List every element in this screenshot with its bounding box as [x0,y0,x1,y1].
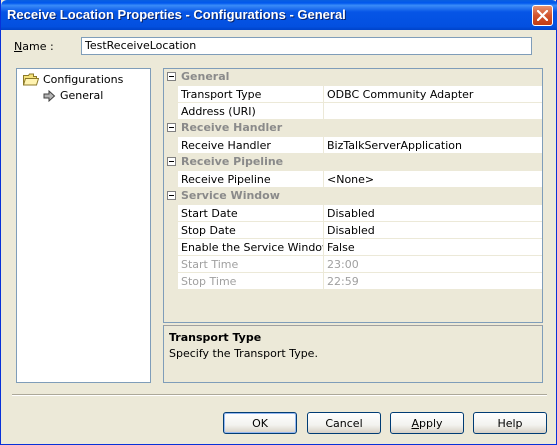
property-value[interactable]: ODBC Community Adapter [324,86,542,103]
property-value[interactable] [324,103,542,120]
property-value: 23:00 [324,256,542,273]
arrow-right-icon [43,89,56,102]
collapse-icon[interactable] [167,123,176,132]
property-row[interactable]: Receive Handler BizTalkServerApplication [164,137,542,154]
row-margin [164,256,178,273]
property-name: Receive Handler [178,137,324,154]
category-row[interactable]: Service Window [164,188,542,205]
window-title: Receive Location Properties - Configurat… [7,7,346,22]
collapse-icon[interactable] [167,72,176,81]
name-input[interactable]: TestReceiveLocation [81,37,532,55]
category-row[interactable]: General [164,69,542,86]
category-row[interactable]: Receive Pipeline [164,154,542,171]
name-label: Name : [14,40,54,53]
dialog-window: Receive Location Properties - Configurat… [0,0,557,445]
cancel-button[interactable]: Cancel [307,412,381,434]
tree-item-label: Configurations [43,73,124,86]
property-row[interactable]: Address (URI) [164,103,542,120]
property-row[interactable]: Stop Date Disabled [164,222,542,239]
property-row[interactable]: Stop Time 22:59 [164,273,542,290]
category-label: General [181,70,230,83]
description-text: Specify the Transport Type. [169,347,318,360]
property-name: Transport Type [178,86,324,103]
tree-item-general[interactable]: General [43,89,103,102]
help-button[interactable]: Help [473,412,547,434]
property-name: Start Time [178,256,324,273]
apply-button[interactable]: Apply [390,412,464,434]
close-button[interactable] [532,5,553,26]
separator [12,394,547,396]
category-label: Service Window [181,189,280,202]
close-icon [537,10,548,21]
ok-button[interactable]: OK [223,412,297,434]
tree-item-configurations[interactable]: Configurations [23,73,123,86]
category-label: Receive Handler [181,121,283,134]
property-row[interactable]: Start Date Disabled [164,205,542,222]
property-name: Start Date [178,205,324,222]
property-value[interactable]: BizTalkServerApplication [324,137,542,154]
folder-open-icon [23,73,39,86]
property-grid[interactable]: General Transport Type ODBC Community Adap… [163,68,543,323]
property-row[interactable]: Enable the Service Window False [164,239,542,256]
category-label: Receive Pipeline [181,155,284,168]
row-margin [164,273,178,290]
row-margin [164,239,178,256]
row-margin [164,205,178,222]
category-row[interactable]: Receive Handler [164,120,542,137]
property-name: Receive Pipeline [178,171,324,188]
property-name: Stop Date [178,222,324,239]
property-row[interactable]: Receive Pipeline <None> [164,171,542,188]
row-margin [164,222,178,239]
property-name: Stop Time [178,273,324,290]
configuration-tree[interactable]: Configurations General [16,68,151,383]
property-value[interactable]: <None> [324,171,542,188]
row-margin [164,86,178,103]
property-name: Address (URI) [178,103,324,120]
tree-item-label: General [60,89,104,102]
property-name: Enable the Service Window [178,239,324,256]
property-value[interactable]: False [324,239,542,256]
property-row[interactable]: Transport Type ODBC Community Adapter [164,86,542,103]
collapse-icon[interactable] [167,191,176,200]
grid-empty-area [164,290,542,322]
property-row[interactable]: Start Time 23:00 [164,256,542,273]
description-panel: Transport Type Specify the Transport Typ… [163,325,543,383]
row-margin [164,137,178,154]
description-title: Transport Type [169,331,262,344]
row-margin [164,103,178,120]
property-value[interactable]: Disabled [324,222,542,239]
row-margin [164,171,178,188]
property-value[interactable]: Disabled [324,205,542,222]
property-value: 22:59 [324,273,542,290]
title-bar[interactable]: Receive Location Properties - Configurat… [1,0,557,30]
collapse-icon[interactable] [167,157,176,166]
